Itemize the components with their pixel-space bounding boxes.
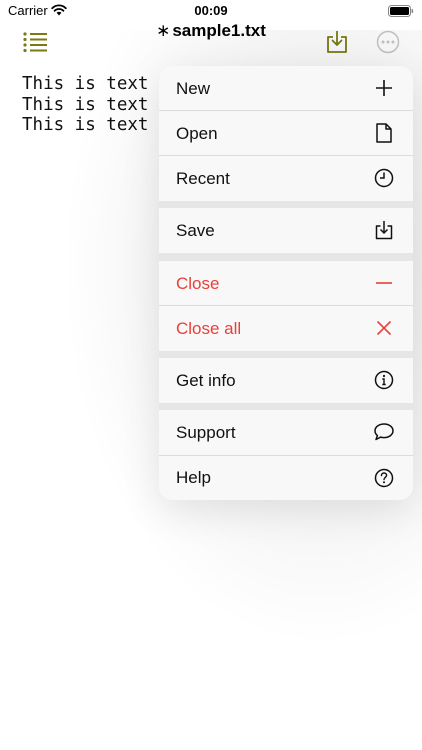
menu-item-help[interactable]: Help (159, 456, 413, 500)
list-icon (22, 31, 48, 58)
page-title: ∗ sample1.txt (100, 21, 322, 41)
help-question-icon (373, 467, 395, 489)
screen: Carrier 00:09 ∗ sample1.txt This is text… (0, 0, 422, 750)
minus-icon (373, 272, 395, 294)
menu-item-recent[interactable]: Recent (159, 156, 413, 201)
editor-line: This is text (22, 94, 149, 115)
status-bar: Carrier 00:09 (0, 0, 422, 22)
save-tray-icon (373, 219, 395, 241)
close-x-icon (373, 317, 395, 339)
plus-icon (373, 77, 395, 99)
menu-item-new[interactable]: New (159, 66, 413, 111)
more-options-button[interactable] (375, 30, 401, 59)
text-editor[interactable]: This is text This is text This is text (22, 74, 148, 136)
file-list-button[interactable] (20, 31, 50, 57)
menu-item-close[interactable]: Close (159, 261, 413, 306)
info-icon (373, 369, 395, 391)
menu-item-close-all[interactable]: Close all (159, 306, 413, 351)
menu-item-support[interactable]: Support (159, 410, 413, 455)
editor-line: This is text (22, 74, 149, 94)
download-tray-icon (326, 30, 348, 59)
actions-menu: New Open Recent Save Close Close all Get… (159, 66, 413, 500)
battery-icon (388, 4, 414, 22)
menu-item-save[interactable]: Save (159, 208, 413, 253)
speech-bubble-icon (373, 421, 395, 443)
clock-icon (373, 167, 395, 189)
menu-item-get-info[interactable]: Get info (159, 358, 413, 403)
file-name: sample1.txt (172, 21, 266, 40)
menu-item-open[interactable]: Open (159, 111, 413, 156)
document-icon (373, 122, 395, 144)
status-time: 00:09 (194, 3, 228, 18)
save-toolbar-button[interactable] (324, 30, 350, 58)
modified-marker: ∗ (156, 21, 171, 40)
ellipsis-circle-icon (376, 30, 400, 59)
editor-line: This is text (22, 115, 149, 136)
